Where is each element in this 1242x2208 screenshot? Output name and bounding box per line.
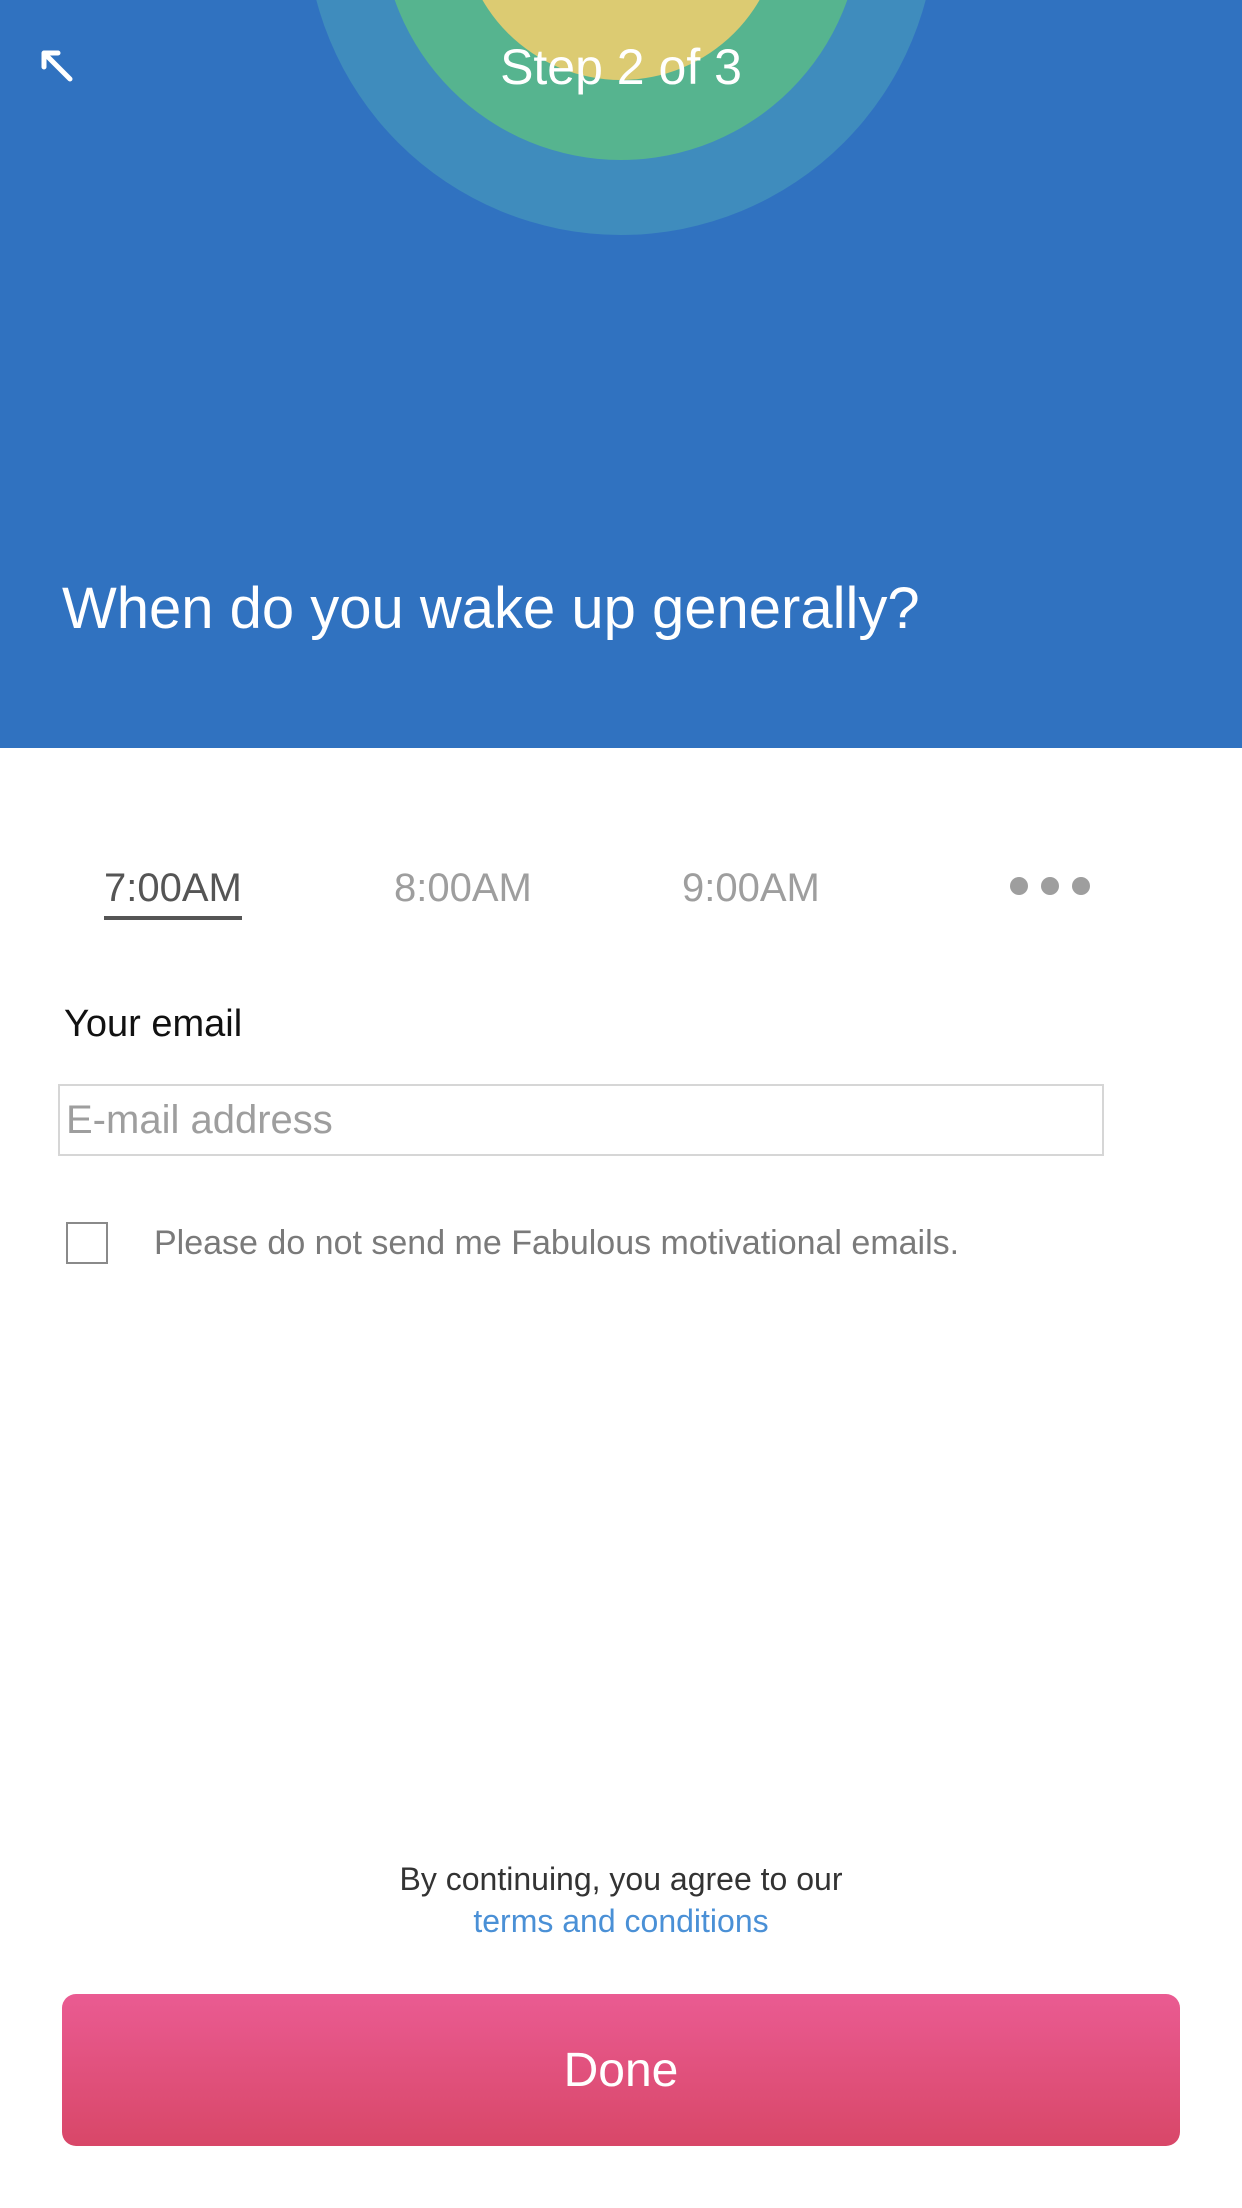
header-illustration: [297, 0, 945, 238]
time-option-7am[interactable]: 7:00AM: [104, 864, 242, 920]
more-options-button[interactable]: [1010, 868, 1090, 904]
terms-notice: By continuing, you agree to our terms an…: [0, 1858, 1242, 1942]
step-indicator: Step 2 of 3: [500, 39, 742, 95]
terms-prefix: By continuing, you agree to our: [399, 1861, 843, 1897]
terms-link[interactable]: terms and conditions: [473, 1900, 768, 1942]
opt-out-label: Please do not send me Fabulous motivatio…: [154, 1223, 960, 1262]
question-title: When do you wake up generally?: [62, 576, 920, 641]
back-button[interactable]: [32, 30, 82, 102]
back-arrow-icon: [41, 50, 73, 82]
done-button[interactable]: Done: [62, 1994, 1180, 2146]
opt-out-checkbox[interactable]: [66, 1222, 108, 1264]
email-field[interactable]: [58, 1084, 1104, 1156]
header: Step 2 of 3 When do you wake up generall…: [0, 0, 1242, 748]
time-option-9am[interactable]: 9:00AM: [682, 864, 820, 912]
more-dots-icon: [1010, 877, 1028, 895]
opt-out-row[interactable]: Please do not send me Fabulous motivatio…: [66, 1220, 1086, 1266]
email-label: Your email: [64, 1003, 243, 1045]
time-option-8am[interactable]: 8:00AM: [394, 864, 532, 912]
